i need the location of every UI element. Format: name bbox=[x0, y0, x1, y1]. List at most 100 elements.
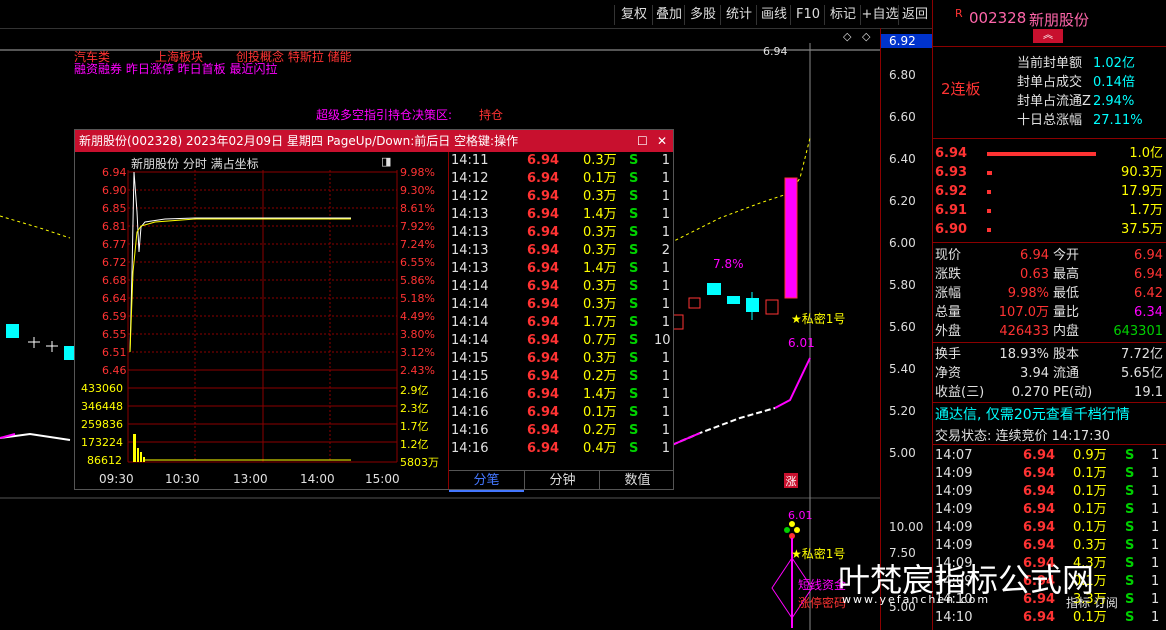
left-axis-tick: 6.51 bbox=[102, 346, 127, 359]
tick-side: S bbox=[629, 387, 639, 402]
fundamentals-value1: 3.94 bbox=[1020, 366, 1049, 381]
tick-row: 14:15 6.94 0.3万 S 1 bbox=[449, 350, 674, 368]
tick-row: 14:16 6.94 0.1万 S 1 bbox=[449, 404, 674, 422]
order-book-row[interactable]: 6.90 37.5万 bbox=[933, 220, 1166, 239]
order-book-row[interactable]: 6.91 1.7万 bbox=[933, 201, 1166, 220]
trade-price: 6.94 bbox=[1023, 610, 1056, 625]
seal-row: 十日总涨幅 27.11% bbox=[933, 111, 1166, 130]
seal-row: 封单占流通Z 2.94% bbox=[933, 92, 1166, 111]
fundamentals-label2: PE(动) bbox=[1053, 385, 1093, 400]
svg-text:◇: ◇ bbox=[843, 30, 852, 43]
vol-axis-tick: 346448 bbox=[81, 400, 123, 413]
quote-row: 外盘 426433 内盘 643301 bbox=[933, 322, 1166, 341]
vol-axis-tick: 86612 bbox=[87, 454, 122, 467]
quote-label1: 外盘 bbox=[935, 324, 962, 339]
quote-value2: 6.94 bbox=[1134, 248, 1163, 263]
ob-volume: 90.3万 bbox=[1121, 165, 1163, 180]
tick-price: 6.94 bbox=[527, 171, 560, 186]
trade-count: 1 bbox=[1151, 556, 1160, 571]
trade-price: 6.94 bbox=[1023, 448, 1056, 463]
tick-count: 1 bbox=[661, 369, 670, 384]
add-favorite-button[interactable]: +自选 bbox=[860, 5, 899, 25]
tick-row: 14:13 6.94 0.3万 S 2 bbox=[449, 242, 674, 260]
right-axis-tick: 7.92% bbox=[400, 220, 435, 233]
tab-values[interactable]: 数值 bbox=[599, 471, 675, 490]
trade-time: 14:09 bbox=[935, 538, 973, 553]
tick-volume: 0.3万 bbox=[583, 351, 617, 366]
tick-side: S bbox=[629, 315, 639, 330]
stock-code: 002328 bbox=[969, 9, 1027, 27]
tab-ticks[interactable]: 分笔 bbox=[449, 471, 524, 492]
overlay-button[interactable]: 叠加 bbox=[652, 5, 685, 25]
order-book-row[interactable]: 6.93 90.3万 bbox=[933, 163, 1166, 182]
intraday-chart[interactable]: 新朋股份 分时 满占坐标 ◨ 6.94 6.90 6.85 6.81 6.77 … bbox=[75, 152, 448, 489]
fundamentals-label1: 换手 bbox=[935, 347, 962, 362]
trade-volume: 0.1万 bbox=[1073, 502, 1107, 517]
right-axis-tick: 8.61% bbox=[400, 202, 435, 215]
fundamentals-label1: 净资 bbox=[935, 366, 962, 381]
tick-price: 6.94 bbox=[527, 189, 560, 204]
quote-label1: 总量 bbox=[935, 305, 962, 320]
close-icon[interactable]: ✕ bbox=[657, 130, 667, 152]
popup-title-bar[interactable]: 新朋股份(002328) 2023年02月09日 星期四 PageUp/Down… bbox=[75, 130, 673, 152]
tick-list[interactable]: 14:11 6.94 0.3万 S 1 14:12 6.94 0.1万 S 1 14:12 6.94 0… bbox=[448, 152, 675, 492]
limit-up-candle bbox=[784, 177, 798, 299]
code-prefix: R bbox=[955, 7, 963, 20]
ob-price: 6.93 bbox=[935, 165, 968, 180]
candle bbox=[6, 324, 19, 338]
tick-price: 6.94 bbox=[527, 261, 560, 276]
order-book-row[interactable]: 6.94 1.0亿 bbox=[933, 144, 1166, 163]
tick-volume: 0.3万 bbox=[583, 189, 617, 204]
collapse-icon[interactable]: ︽ bbox=[1033, 29, 1063, 43]
left-axis-tick: 6.94 bbox=[102, 166, 127, 179]
trade-count: 1 bbox=[1151, 466, 1160, 481]
quote-row: 涨跌 0.63 最高 6.94 bbox=[933, 265, 1166, 284]
fundamentals-label2: 股本 bbox=[1053, 347, 1080, 362]
statistics-button[interactable]: 统计 bbox=[720, 5, 757, 25]
mark-button[interactable]: 标记 bbox=[824, 5, 861, 25]
magenta-line bbox=[774, 357, 811, 409]
tab-minutes[interactable]: 分钟 bbox=[524, 471, 600, 490]
tick-volume: 0.2万 bbox=[583, 369, 617, 384]
intraday-popup[interactable]: 新朋股份(002328) 2023年02月09日 星期四 PageUp/Down… bbox=[74, 129, 675, 492]
right-axis-tick: 3.12% bbox=[400, 346, 435, 359]
tick-time: 14:13 bbox=[451, 261, 489, 276]
axis-tick: 6.00 bbox=[889, 236, 916, 250]
axis-tick: 6.40 bbox=[889, 152, 916, 166]
restore-rights-button[interactable]: 复权 bbox=[614, 5, 653, 25]
tick-row: 14:14 6.94 0.7万 S 10 bbox=[449, 332, 674, 350]
back-button[interactable]: 返回 bbox=[898, 5, 931, 25]
left-axis-tick: 6.59 bbox=[102, 310, 127, 323]
trade-row: 14:09 6.94 0.3万 S 1 bbox=[933, 536, 1166, 555]
quote-value1: 0.63 bbox=[1020, 267, 1049, 282]
fundamentals-value2: 5.65亿 bbox=[1121, 366, 1163, 381]
quote-label1: 涨幅 bbox=[935, 286, 962, 301]
tick-time: 14:12 bbox=[451, 189, 489, 204]
quote-value2: 6.34 bbox=[1134, 305, 1163, 320]
tick-time: 14:15 bbox=[451, 351, 489, 366]
tick-count: 1 bbox=[661, 297, 670, 312]
tick-count: 1 bbox=[661, 441, 670, 456]
tick-price: 6.94 bbox=[527, 225, 560, 240]
maximize-icon[interactable]: ☐ bbox=[637, 130, 648, 152]
ob-bar bbox=[987, 190, 991, 194]
ad-banner[interactable]: 通达信, 仅需20元查看千档行情 bbox=[935, 404, 1130, 424]
trade-side: S bbox=[1125, 556, 1135, 571]
trade-side: S bbox=[1125, 520, 1135, 535]
tick-time: 14:11 bbox=[451, 153, 489, 168]
trade-side: S bbox=[1125, 610, 1135, 625]
axis-tick: 6.20 bbox=[889, 194, 916, 208]
multi-stock-button[interactable]: 多股 bbox=[684, 5, 721, 25]
draw-line-button[interactable]: 画线 bbox=[756, 5, 791, 25]
fundamentals-value2: 7.72亿 bbox=[1121, 347, 1163, 362]
order-book-row[interactable]: 6.92 17.9万 bbox=[933, 182, 1166, 201]
tick-volume: 0.3万 bbox=[583, 153, 617, 168]
tick-volume: 0.3万 bbox=[583, 297, 617, 312]
ob-volume: 1.0亿 bbox=[1129, 146, 1163, 161]
f10-button[interactable]: F10 bbox=[790, 5, 825, 25]
ob-price: 6.90 bbox=[935, 222, 968, 237]
right-axis-tick: 9.98% bbox=[400, 166, 435, 179]
left-axis-tick: 6.55 bbox=[102, 328, 127, 341]
tick-row: 14:12 6.94 0.3万 S 1 bbox=[449, 188, 674, 206]
tick-row: 14:13 6.94 0.3万 S 1 bbox=[449, 224, 674, 242]
